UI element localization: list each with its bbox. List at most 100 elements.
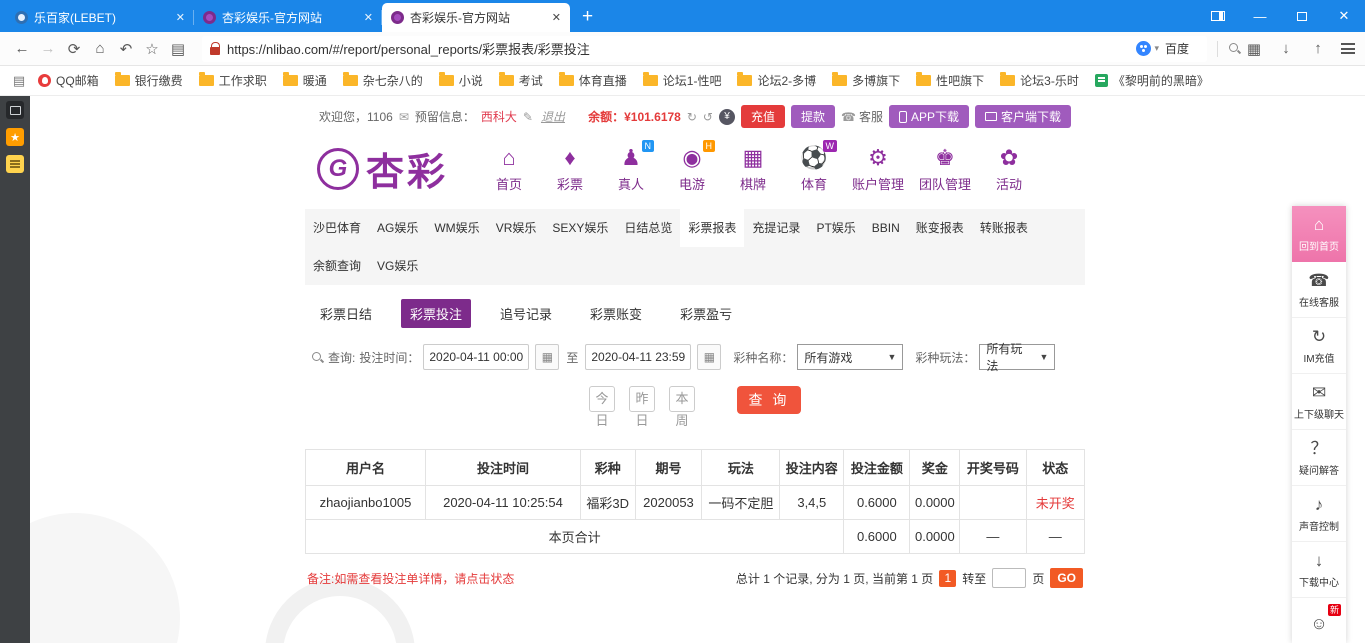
nav-item[interactable]: ◉ 电游 H bbox=[669, 145, 715, 193]
current-page-badge[interactable]: 1 bbox=[939, 570, 956, 587]
browser-tab[interactable]: 杏彩娱乐-官方网站 ✕ bbox=[194, 3, 382, 32]
nav-item[interactable]: ♚ 团队管理 bbox=[919, 145, 971, 193]
bookmark-item[interactable]: 性吧旗下 bbox=[908, 69, 992, 93]
sidebar-item[interactable]: ⌂ 回到首页 bbox=[1292, 206, 1346, 262]
calendar-icon[interactable]: ▦ bbox=[697, 344, 721, 370]
chevron-down-icon[interactable]: ▾ bbox=[1154, 43, 1159, 54]
bookmark-item[interactable]: 论坛1-性吧 bbox=[635, 69, 730, 93]
sidebar-item[interactable]: ♪ 声音控制 bbox=[1292, 486, 1346, 542]
quick-range-button[interactable]: 今日 bbox=[589, 386, 615, 412]
report-tab[interactable]: VG娱乐 bbox=[369, 247, 426, 285]
go-button[interactable]: GO bbox=[1050, 568, 1083, 588]
refresh-icon[interactable]: ⟳ bbox=[62, 40, 86, 58]
calendar-icon[interactable]: ▦ bbox=[535, 344, 559, 370]
search-engine-icon[interactable] bbox=[1136, 41, 1151, 56]
screenshot-icon[interactable] bbox=[6, 101, 24, 119]
sidebar-item[interactable]: ✉ 上下级聊天 bbox=[1292, 374, 1346, 430]
tab-close-icon[interactable]: ✕ bbox=[552, 11, 561, 24]
bookmark-item[interactable]: 小说 bbox=[431, 69, 491, 93]
tab-close-icon[interactable]: ✕ bbox=[176, 11, 185, 24]
nav-item[interactable]: ♟ 真人 N bbox=[608, 145, 654, 193]
report-tab[interactable]: PT娱乐 bbox=[808, 209, 863, 247]
browser-tab[interactable]: 杏彩娱乐-官方网站 ✕ bbox=[382, 3, 570, 32]
sidebar-item[interactable]: ？ 疑问解答 bbox=[1292, 430, 1346, 486]
undo-icon[interactable]: ↶ bbox=[114, 40, 138, 58]
bookmark-item[interactable]: 杂七杂八的 bbox=[335, 69, 431, 93]
download-icon[interactable]: ↓ bbox=[1277, 40, 1295, 57]
bookmark-item[interactable]: 暖通 bbox=[275, 69, 335, 93]
url-text[interactable]: https://nlibao.com/#/report/personal_rep… bbox=[227, 39, 1136, 58]
customer-service-link[interactable]: ☎客服 bbox=[841, 108, 883, 125]
bookmark-item[interactable]: 体育直播 bbox=[551, 69, 635, 93]
sidebar-item[interactable]: ↻ IM充值 bbox=[1292, 318, 1346, 374]
lottery-subtab[interactable]: 彩票盈亏 bbox=[671, 299, 741, 328]
close-window-button[interactable]: ✕ bbox=[1323, 0, 1365, 32]
edit-icon[interactable]: ✎ bbox=[523, 110, 533, 124]
report-tab[interactable]: 余额查询 bbox=[305, 247, 369, 285]
lottery-subtab[interactable]: 彩票账变 bbox=[581, 299, 651, 328]
search-button[interactable]: 查 询 bbox=[737, 386, 801, 414]
withdraw-button[interactable]: 提款 bbox=[791, 105, 835, 128]
lottery-subtab[interactable]: 彩票投注 bbox=[401, 299, 471, 328]
bookmark-item[interactable]: QQ邮箱 bbox=[30, 69, 107, 93]
bookmarks-panel-icon[interactable]: ▤ bbox=[8, 73, 30, 89]
report-tab[interactable]: 彩票报表 bbox=[680, 209, 744, 247]
lottery-subtab[interactable]: 彩票日结 bbox=[311, 299, 381, 328]
report-tab[interactable]: 账变报表 bbox=[908, 209, 972, 247]
nav-item[interactable]: ✿ 活动 bbox=[986, 145, 1032, 193]
nav-item[interactable]: ▦ 棋牌 bbox=[730, 145, 776, 193]
search-engine-label[interactable]: 百度 bbox=[1165, 40, 1189, 57]
report-tab[interactable]: WM娱乐 bbox=[426, 209, 487, 247]
url-field[interactable]: https://nlibao.com/#/report/personal_rep… bbox=[202, 36, 1207, 62]
lottery-subtab[interactable]: 追号记录 bbox=[491, 299, 561, 328]
mail-icon[interactable]: ✉ bbox=[399, 110, 409, 124]
bookmark-item[interactable]: 工作求职 bbox=[191, 69, 275, 93]
report-tab[interactable]: 充提记录 bbox=[744, 209, 808, 247]
time-to-input[interactable] bbox=[585, 344, 691, 370]
quick-range-button[interactable]: 昨日 bbox=[629, 386, 655, 412]
browser-tab[interactable]: 乐百家(LEBET) ✕ bbox=[6, 3, 194, 32]
client-download-button[interactable]: 客户端下载 bbox=[975, 105, 1071, 128]
sidebar-item[interactable]: ☎ 在线客服 bbox=[1292, 262, 1346, 318]
menu-icon[interactable] bbox=[1341, 43, 1355, 54]
search-icon[interactable] bbox=[1228, 42, 1241, 55]
report-tab[interactable]: SEXY娱乐 bbox=[544, 209, 616, 247]
quick-range-button[interactable]: 本周 bbox=[669, 386, 695, 412]
nav-item[interactable]: ⚙ 账户管理 bbox=[852, 145, 904, 193]
nav-item[interactable]: ⌂ 首页 bbox=[486, 145, 532, 193]
notes-icon[interactable] bbox=[6, 155, 24, 173]
report-tab[interactable]: 日结总览 bbox=[616, 209, 680, 247]
time-from-input[interactable] bbox=[423, 344, 529, 370]
app-download-button[interactable]: APP下载 bbox=[889, 105, 969, 128]
nav-item[interactable]: ♦ 彩票 bbox=[547, 145, 593, 193]
bookmark-item[interactable]: 论坛3-乐时 bbox=[992, 69, 1087, 93]
favorite-star-icon[interactable]: ☆ bbox=[140, 40, 164, 58]
report-tab[interactable]: 转账报表 bbox=[972, 209, 1036, 247]
sidebar-item[interactable]: ↓ 下载中心 bbox=[1292, 542, 1346, 598]
reading-list-icon[interactable]: ▤ bbox=[166, 40, 190, 58]
bookmark-item[interactable]: 多博旗下 bbox=[824, 69, 908, 93]
report-tab[interactable]: AG娱乐 bbox=[369, 209, 426, 247]
logout-link[interactable]: 退出 bbox=[541, 108, 565, 125]
bookmark-item[interactable]: 考试 bbox=[491, 69, 551, 93]
bookmark-item[interactable]: 《黎明前的黑暗》 bbox=[1087, 69, 1217, 93]
back-icon[interactable]: ← bbox=[10, 40, 34, 57]
sidebar-item[interactable]: ☺ 新 bbox=[1292, 598, 1346, 643]
nav-item[interactable]: ⚽ 体育 W bbox=[791, 145, 837, 193]
sync-icon[interactable]: ↺ bbox=[703, 110, 713, 124]
side-panel-icon[interactable] bbox=[1197, 0, 1239, 32]
report-tab[interactable]: 沙巴体育 bbox=[305, 209, 369, 247]
bookmark-item[interactable]: 论坛2-多博 bbox=[729, 69, 824, 93]
play-select[interactable]: 所有玩法▼ bbox=[979, 344, 1055, 370]
upload-icon[interactable]: ↑ bbox=[1309, 40, 1327, 57]
minimize-button[interactable]: — bbox=[1239, 0, 1281, 32]
report-tab[interactable]: VR娱乐 bbox=[488, 209, 545, 247]
cell-status[interactable]: 未开奖 bbox=[1026, 486, 1085, 520]
site-logo[interactable]: G 杏彩 bbox=[317, 141, 448, 196]
maximize-button[interactable] bbox=[1281, 0, 1323, 32]
coin-icon[interactable]: ¥ bbox=[719, 109, 735, 125]
bookmark-item[interactable]: 银行缴费 bbox=[107, 69, 191, 93]
new-tab-button[interactable]: + bbox=[582, 7, 593, 26]
favorites-star-icon[interactable]: ★ bbox=[6, 128, 24, 146]
refresh-balance-icon[interactable]: ↻ bbox=[687, 110, 697, 124]
